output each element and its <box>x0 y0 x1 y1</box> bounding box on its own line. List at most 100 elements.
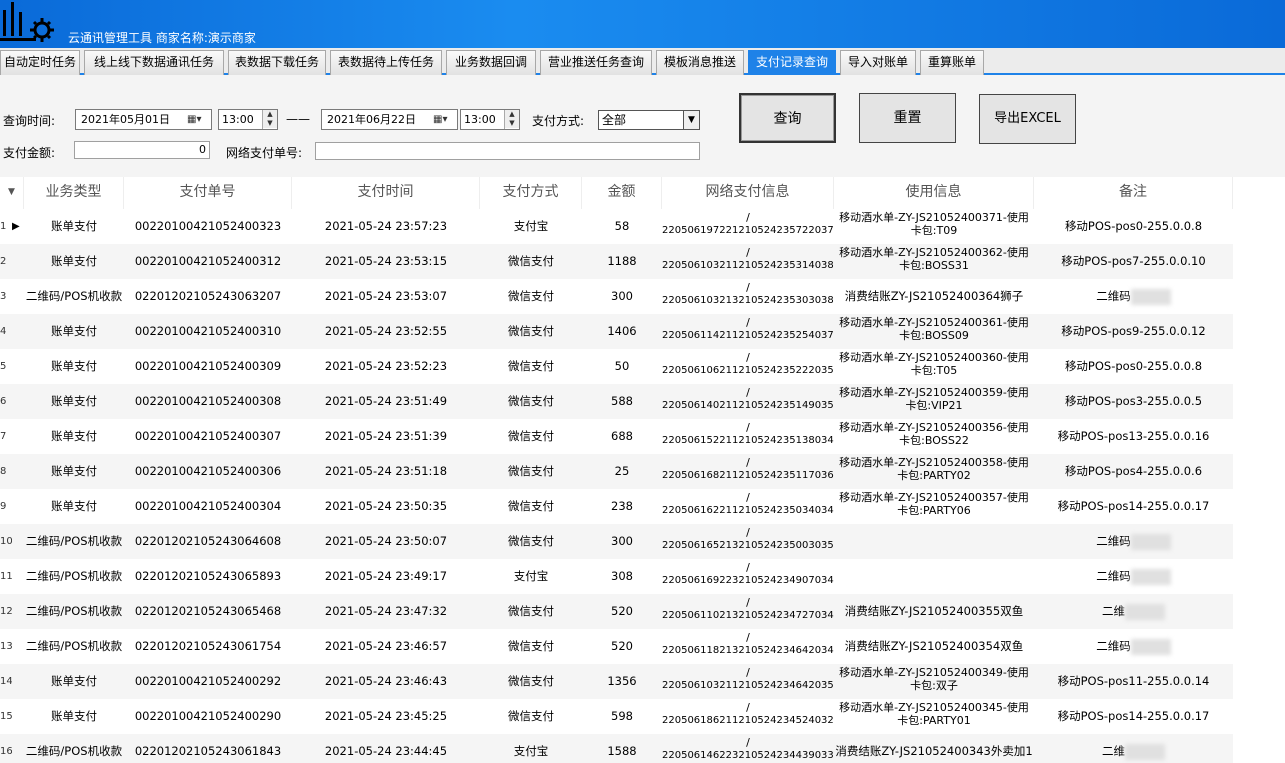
table-row[interactable]: 9 账单支付 00220100421052400304 2021-05-24 23:5… <box>0 489 1233 524</box>
table-row[interactable]: 12 二维码/POS机收款 02201202105243065468 2021-05-… <box>0 594 1233 629</box>
cell-pay-method: 微信支付 <box>508 674 554 688</box>
table-row[interactable]: 10 二维码/POS机收款 02201202105243064608 2021-05-… <box>0 524 1233 559</box>
end-time-spinner[interactable]: ▲ ▼ <box>504 110 519 129</box>
cell-pay-method: 微信支付 <box>508 604 554 618</box>
note-text: 移动POS-pos9-255.0.0.12 <box>1061 324 1206 338</box>
start-date-picker[interactable]: 2021年05月01日 ▦▾ <box>75 109 212 130</box>
cell-pay-method: 微信支付 <box>508 499 554 513</box>
col-amount[interactable]: 金额 <box>582 177 662 209</box>
row-number: 11 <box>0 571 12 582</box>
title-bar: 云通讯管理工具 商家名称:演示商家 <box>0 0 1285 48</box>
usage-info-line: 移动酒水单-ZY-JS21052400357-使用 <box>839 491 1029 504</box>
tab-recalc-bill[interactable]: 重算账单 <box>920 50 984 75</box>
spin-up-icon[interactable]: ▲ <box>263 110 277 119</box>
table-row[interactable]: 11 二维码/POS机收款 02201202105243065893 2021-05-… <box>0 559 1233 594</box>
cell-note: 移动POS-pos14-255.0.0.17 <box>1034 699 1233 734</box>
redacted-blur <box>1125 743 1165 760</box>
calendar-icon[interactable]: ▦▾ <box>433 113 453 126</box>
usage-info-line: 移动酒水单-ZY-JS21052400356-使用 <box>839 421 1029 434</box>
table-row[interactable]: 13 二维码/POS机收款 02201202105243061754 2021-05-… <box>0 629 1233 664</box>
col-pay-time[interactable]: 支付时间 <box>292 177 480 209</box>
spin-down-icon[interactable]: ▼ <box>263 119 277 128</box>
col-usage-info[interactable]: 使用信息 <box>834 177 1034 209</box>
table-row[interactable]: 2 账单支付 00220100421052400312 2021-05-24 23:5… <box>0 244 1233 279</box>
app-title: 云通讯管理工具 商家名称:演示商家 <box>68 31 256 45</box>
table-row[interactable]: 7 账单支付 00220100421052400307 2021-05-24 23:5… <box>0 419 1233 454</box>
col-pay-method[interactable]: 支付方式 <box>480 177 582 209</box>
net-pay-info-line: / <box>746 211 750 224</box>
usage-info-line: 卡包:T05 <box>910 364 958 377</box>
cell-amount: 1588 <box>607 744 637 758</box>
spin-down-icon[interactable]: ▼ <box>505 119 519 128</box>
cell-pay-time: 2021-05-24 23:46:43 <box>324 674 448 688</box>
table-row[interactable]: 5 账单支付 00220100421052400309 2021-05-24 23:5… <box>0 349 1233 384</box>
cell-pay-no: 02201202105243061754 <box>134 639 282 653</box>
table-row[interactable]: 14 账单支付 00220100421052400292 2021-05-24 23:… <box>0 664 1233 699</box>
net-pay-no-input[interactable] <box>315 142 700 160</box>
table-row[interactable]: 3 二维码/POS机收款 02201202105243063207 2021-05-2… <box>0 279 1233 314</box>
table-row[interactable]: 1 ▶ 账单支付 00220100421052400323 2021-05-24 23:… <box>0 209 1233 244</box>
cell-pay-no: 02201202105243063207 <box>134 289 282 303</box>
tab-business-push[interactable]: 营业推送任务查询 <box>540 50 652 75</box>
cell-business-type: 账单支付 <box>51 429 97 443</box>
cell-business-type: 账单支付 <box>51 359 97 373</box>
net-pay-info-line: 22050610321121052423464203510 <box>662 680 834 691</box>
table-row[interactable]: 16 二维码/POS机收款 02201202105243061843 2021-05-… <box>0 734 1233 763</box>
calendar-icon[interactable]: ▦▾ <box>187 113 207 126</box>
end-date-picker[interactable]: 2021年06月22日 ▦▾ <box>321 109 458 130</box>
tab-table-download[interactable]: 表数据下载任务 <box>228 50 326 75</box>
spin-up-icon[interactable]: ▲ <box>505 110 519 119</box>
tab-payment-records[interactable]: 支付记录查询 <box>748 50 836 75</box>
cell-net-pay-info: /22050610321121052423464203510 <box>662 664 834 699</box>
start-time-input[interactable]: 13:00 ▲ ▼ <box>218 109 278 130</box>
table-row[interactable]: 4 账单支付 00220100421052400310 2021-05-24 23:5… <box>0 314 1233 349</box>
tab-business-callback[interactable]: 业务数据回调 <box>446 50 536 75</box>
cell-note: 移动POS-pos14-255.0.0.17 <box>1034 489 1233 524</box>
tab-table-upload[interactable]: 表数据待上传任务 <box>330 50 442 75</box>
amount-label: 支付金额: <box>3 146 56 160</box>
net-pay-info-line: 22050611421121052423525403750 <box>662 330 834 341</box>
pay-method-select[interactable]: 全部 ▼ <box>598 110 700 130</box>
col-business-type[interactable]: 业务类型 <box>24 177 124 209</box>
cell-pay-method: 微信支付 <box>508 464 554 478</box>
table-row[interactable]: 15 账单支付 00220100421052400290 2021-05-24 23:… <box>0 699 1233 734</box>
cell-business-type: 账单支付 <box>51 394 97 408</box>
cell-usage-info: 移动酒水单-ZY-JS21052400358-使用 卡包:PARTY02 <box>834 454 1034 489</box>
table-row[interactable]: 6 账单支付 00220100421052400308 2021-05-24 23:5… <box>0 384 1233 419</box>
filter-panel: 查询时间: 2021年05月01日 ▦▾ 13:00 ▲ ▼ —— 2021年06… <box>0 77 1285 177</box>
cell-note: 移动POS-pos13-255.0.0.16 <box>1034 419 1233 454</box>
payment-records-grid: ▼ 业务类型 支付单号 支付时间 支付方式 金额 网络支付信息 使用信息 备注 … <box>0 177 1285 763</box>
tab-import-statement[interactable]: 导入对账单 <box>840 50 916 75</box>
tab-online-offline-sync[interactable]: 线上线下数据通讯任务 <box>84 50 224 75</box>
start-time-spinner[interactable]: ▲ ▼ <box>262 110 277 129</box>
cell-pay-no: 02201202105243064608 <box>134 534 282 548</box>
query-button[interactable]: 查询 <box>739 93 836 143</box>
cell-usage-info: 消费结账ZY-JS21052400364狮子 <box>834 279 1034 314</box>
cell-business-type: 账单支付 <box>51 674 97 688</box>
cell-note: 移动POS-pos4-255.0.0.6 <box>1034 454 1233 489</box>
reset-button[interactable]: 重置 <box>859 93 956 143</box>
cell-business-type: 二维码/POS机收款 <box>25 534 123 548</box>
chevron-down-icon[interactable]: ▼ <box>683 111 699 129</box>
table-row[interactable]: 8 账单支付 00220100421052400306 2021-05-24 23:5… <box>0 454 1233 489</box>
amount-input[interactable]: 0 <box>74 141 210 159</box>
row-number: 8 <box>0 466 7 477</box>
grid-header: ▼ 业务类型 支付单号 支付时间 支付方式 金额 网络支付信息 使用信息 备注 <box>0 177 1285 209</box>
col-note[interactable]: 备注 <box>1034 177 1233 209</box>
tab-template-message[interactable]: 模板消息推送 <box>656 50 744 75</box>
sort-indicator-icon[interactable]: ▼ <box>0 177 24 209</box>
col-pay-no[interactable]: 支付单号 <box>124 177 292 209</box>
col-net-pay-info[interactable]: 网络支付信息 <box>662 177 834 209</box>
note-text: 二维码 <box>1096 289 1131 303</box>
export-excel-button[interactable]: 导出EXCEL <box>979 94 1076 144</box>
net-pay-no-label: 网络支付单号: <box>226 146 303 160</box>
cell-amount: 300 <box>611 289 633 303</box>
cell-pay-method: 微信支付 <box>508 534 554 548</box>
pay-method-value: 全部 <box>602 113 627 127</box>
cell-business-type: 二维码/POS机收款 <box>25 569 123 583</box>
cell-usage-info: 移动酒水单-ZY-JS21052400361-使用 卡包:BOSS09 <box>834 314 1034 349</box>
tab-auto-task[interactable]: 自动定时任务 <box>0 50 80 75</box>
end-time-input[interactable]: 13:00 ▲ ▼ <box>460 109 520 130</box>
cell-amount: 308 <box>611 569 633 583</box>
cell-net-pay-info: /22050618621121052423452403230 <box>662 699 834 734</box>
